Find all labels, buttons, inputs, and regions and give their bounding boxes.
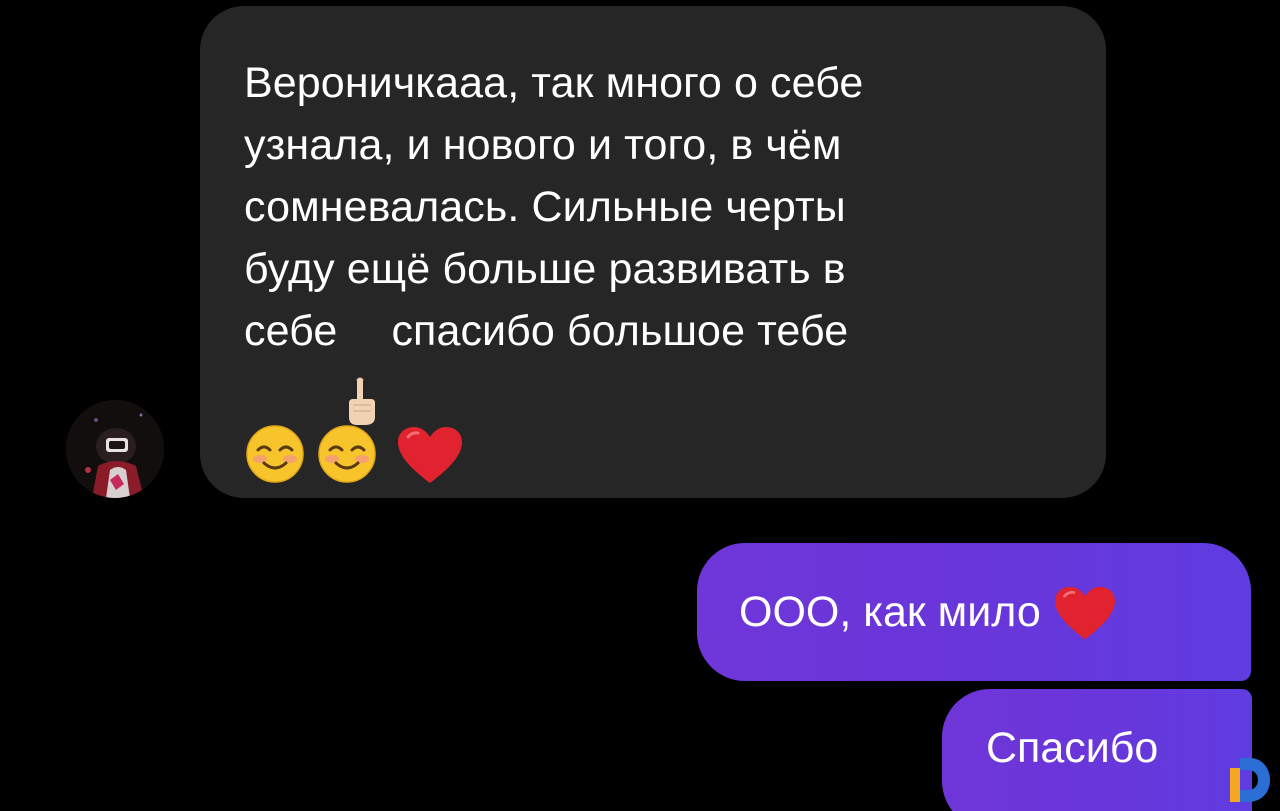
outgoing-message-bubble[interactable]: ООО, как мило xyxy=(697,543,1251,681)
chat-thread: Вероничкааа, так много о себе узнала, и … xyxy=(0,0,1280,811)
incoming-message-body-end: спасибо большое тебе xyxy=(379,307,849,355)
red-heart-emoji-icon xyxy=(1053,585,1117,643)
incoming-emoji-row xyxy=(244,361,1066,483)
red-heart-emoji-icon xyxy=(396,363,464,483)
outgoing-message-bubble[interactable]: Спасибо xyxy=(942,689,1252,811)
pointing-up-emoji-icon xyxy=(341,315,379,425)
outgoing-message-text: ООО, как мило xyxy=(739,587,1041,636)
avatar-photo-icon xyxy=(66,400,164,498)
incoming-message-text: Вероничкааа, так много о себе узнала, и … xyxy=(244,52,1066,483)
smiling-face-emoji-icon xyxy=(244,361,306,483)
incoming-message-bubble[interactable]: Вероничкааа, так много о себе узнала, и … xyxy=(200,6,1106,498)
sender-avatar[interactable] xyxy=(66,400,164,498)
smiling-face-emoji-icon xyxy=(316,361,378,483)
outgoing-message-text: Спасибо xyxy=(986,723,1159,772)
watermark-logo-icon xyxy=(1226,754,1274,806)
